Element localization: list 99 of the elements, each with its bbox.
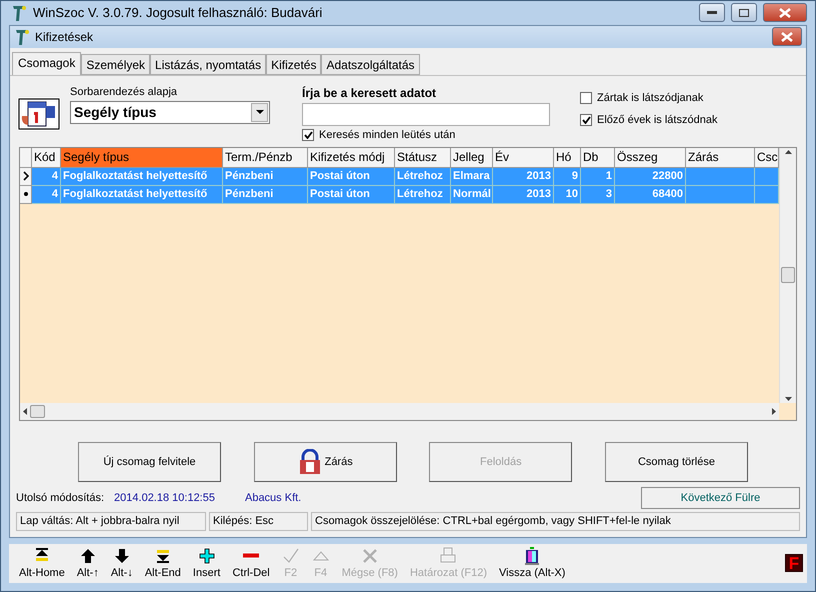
table-cell: [686, 186, 755, 204]
table-cell: 68400: [615, 186, 686, 204]
company-name: Abacus Kft.: [244, 492, 302, 504]
last-modified-label: Utolsó módosítás:: [16, 492, 104, 504]
table-cell: Normál: [451, 186, 493, 204]
cancel-icon: [360, 547, 379, 566]
tab[interactable]: Listázás, nyomtatás: [150, 54, 266, 75]
close-icon: [779, 8, 791, 18]
maximize-icon: [739, 8, 749, 17]
dropdown-arrow-icon: [256, 110, 264, 114]
exit-door-icon: [523, 547, 542, 566]
table-cell: Foglalkoztatást helyettesítő: [61, 168, 223, 186]
maximize-button[interactable]: [731, 3, 757, 22]
table-cell: Foglalkoztatást helyettesítő: [61, 186, 223, 204]
window-title: Kifizetések: [35, 30, 94, 44]
marked-row-icon: [24, 192, 28, 196]
action-button[interactable]: Zárás: [254, 442, 397, 482]
table-cell: Létrehoz: [395, 186, 451, 204]
column-header[interactable]: Év: [493, 148, 554, 168]
tab[interactable]: Adatszolgáltatás: [321, 54, 420, 75]
hint-text: Kilépés: Esc: [209, 512, 308, 531]
table-cell: 10: [554, 186, 581, 204]
toolbar-button[interactable]: Ctrl-Del: [226, 547, 276, 580]
toolbar-button[interactable]: Alt-↓: [104, 547, 139, 580]
table-cell: [686, 168, 755, 186]
close-button[interactable]: [772, 27, 802, 46]
calendar-icon: [18, 98, 60, 130]
toolbar-button[interactable]: Insert: [186, 547, 226, 580]
scroll-right-icon: [772, 408, 776, 415]
table-cell: 22800: [615, 168, 686, 186]
hint-text: Lap váltás: Alt + jobbra-balra nyil: [16, 512, 206, 531]
option-checkbox[interactable]: Zártak is látszódjanak: [580, 92, 718, 104]
close-button[interactable]: [763, 3, 807, 22]
sort-dropdown[interactable]: Segély típus: [70, 100, 270, 124]
action-button[interactable]: Csomag törlése: [604, 442, 748, 482]
scroll-down-icon: [784, 396, 792, 401]
check-icon: [282, 547, 300, 566]
hint-text: Csomagok összejelölése: CTRL+bal egérgomb, vagy SHIFT+fel-le nyilak: [311, 512, 800, 531]
column-header[interactable]: Kód: [32, 148, 61, 168]
toolbar-button[interactable]: Alt-End: [138, 547, 187, 580]
column-header[interactable]: Db: [581, 148, 615, 168]
tab[interactable]: Kifizetés: [266, 54, 322, 75]
toolbar-button[interactable]: Alt-Home: [13, 547, 71, 580]
app-badge: F: [785, 554, 803, 572]
scroll-thumb[interactable]: [30, 404, 45, 418]
current-row-icon: [22, 171, 28, 182]
printer-icon: [439, 547, 458, 566]
column-header[interactable]: Összeg: [615, 148, 686, 168]
tab[interactable]: Személyek: [81, 54, 150, 75]
table-cell: Postai úton: [308, 186, 395, 204]
minimize-button[interactable]: [699, 3, 725, 22]
table-cell: [755, 168, 779, 186]
column-header[interactable]: Zárás: [686, 148, 755, 168]
column-header[interactable]: Kifizetés módj: [308, 148, 395, 168]
table-cell: 9: [554, 168, 581, 186]
table-cell: 1: [581, 168, 615, 186]
table-cell: Pénzbeni: [223, 168, 308, 186]
table-cell: Postai úton: [308, 168, 395, 186]
vertical-scrollbar[interactable]: [779, 148, 796, 403]
last-modified-value: 2014.02.18 10:12:55: [114, 492, 215, 504]
option-checkbox[interactable]: Előző évek is látszódnak: [580, 114, 718, 126]
table-cell: 4: [32, 186, 61, 204]
table-cell: Létrehoz: [395, 168, 451, 186]
close-icon: [781, 32, 793, 42]
table-cell: 3: [581, 186, 615, 204]
tab[interactable]: Csomagok: [12, 52, 82, 75]
table-cell: [755, 186, 779, 204]
scroll-thumb[interactable]: [781, 267, 795, 284]
search-field[interactable]: [302, 102, 550, 126]
table-cell: 2013: [493, 186, 554, 204]
minus-icon: [242, 553, 260, 558]
toolbar-button[interactable]: Alt-↑: [70, 547, 105, 580]
column-header[interactable]: Csc: [755, 148, 779, 168]
next-tab-button[interactable]: Következő Fülre: [641, 487, 800, 510]
table-cell: 4: [32, 168, 61, 186]
table-cell: Elmara: [451, 168, 493, 186]
search-label: Írja be a keresett adatot: [302, 86, 438, 100]
live-search-checkbox[interactable]: Keresés minden leütés után: [302, 128, 550, 141]
app-logo-icon: [14, 28, 30, 46]
column-header[interactable]: Segély típus: [61, 148, 223, 168]
table-cell: Pénzbeni: [223, 186, 308, 204]
horizontal-scrollbar[interactable]: [20, 402, 779, 420]
minimize-icon: [707, 11, 717, 14]
sort-label: Sorbarendezés alapja: [70, 86, 178, 98]
toolbar-button[interactable]: Vissza (Alt-X): [493, 547, 572, 580]
column-header[interactable]: Jelleg: [451, 148, 493, 168]
window-title: WinSzoc V. 3.0.79. Jogosult felhasználó: Budavári: [33, 5, 324, 20]
table-cell: 2013: [493, 168, 554, 186]
up-arrow-icon: [78, 547, 97, 566]
column-header[interactable]: Hó: [554, 148, 581, 168]
column-header[interactable]: Státusz: [395, 148, 451, 168]
down-arrow-icon: [112, 547, 131, 566]
scroll-up-icon: [784, 150, 792, 154]
column-header[interactable]: Term./Pénzb: [223, 148, 308, 168]
plus-icon: [198, 547, 216, 566]
padlock-icon: [298, 448, 322, 475]
action-button[interactable]: Új csomag felvitele: [78, 442, 221, 482]
app-logo-icon: [11, 4, 27, 22]
scroll-left-icon: [23, 408, 27, 415]
